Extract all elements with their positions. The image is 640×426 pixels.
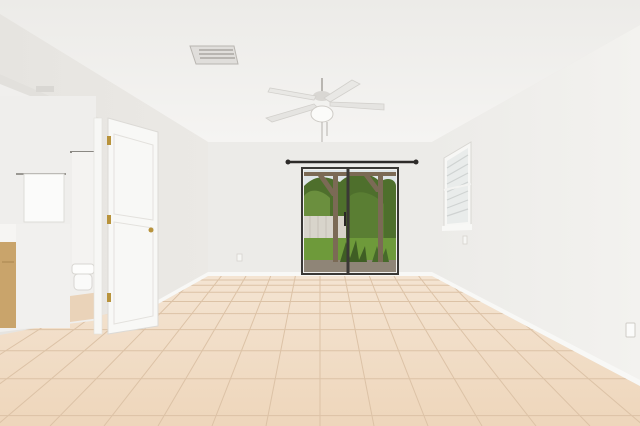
door-knob (148, 227, 154, 233)
electrical-outlet-icon (236, 253, 243, 262)
bathroom-opening (0, 74, 100, 332)
air-vent-icon (189, 45, 239, 65)
door-hinge-top (107, 136, 111, 145)
bathroom-door[interactable] (107, 117, 159, 335)
toilet (71, 263, 95, 291)
sliding-glass-door[interactable] (301, 167, 399, 275)
shower-curtain (72, 152, 96, 270)
bathroom-partition (16, 224, 70, 328)
electrical-outlet-icon (625, 322, 636, 338)
door-frame (93, 117, 103, 335)
towel (23, 173, 65, 223)
door-hinge-middle (107, 215, 111, 224)
door-hinge-bottom (107, 293, 111, 302)
door-handle (344, 212, 346, 226)
vanity-cabinet (0, 242, 16, 328)
bath-light-fixture (36, 86, 54, 92)
electrical-outlet-icon (462, 235, 468, 245)
room-photo (0, 0, 640, 426)
